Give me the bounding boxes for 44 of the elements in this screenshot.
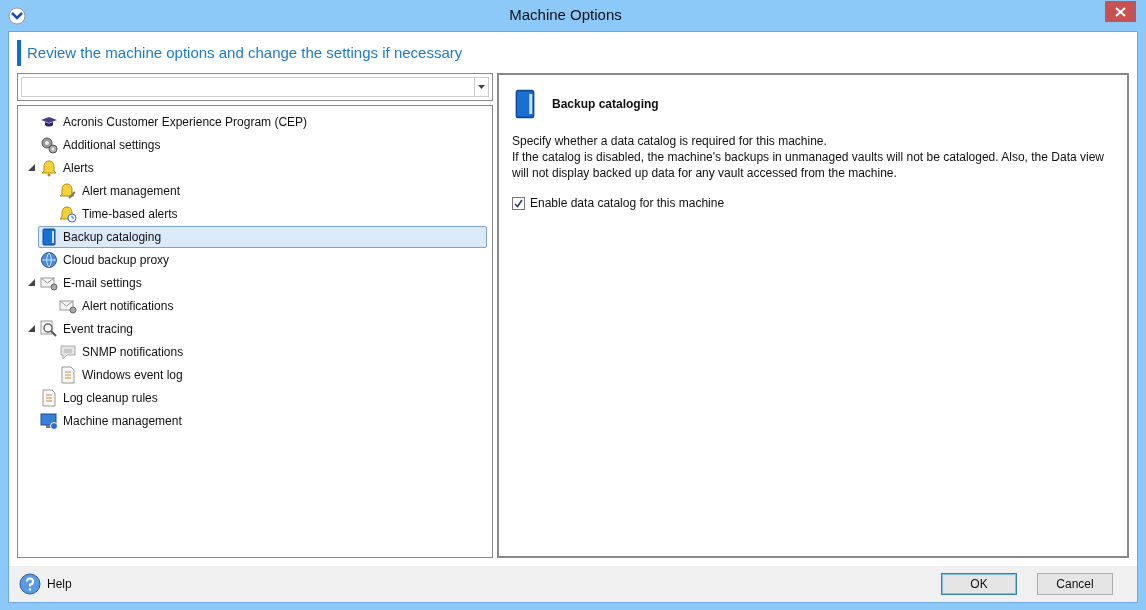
- close-button[interactable]: [1105, 1, 1136, 22]
- checkbox[interactable]: [512, 196, 525, 210]
- help-button[interactable]: Help: [19, 573, 72, 595]
- document-list-icon: [40, 388, 58, 407]
- document-list-icon: [59, 365, 77, 384]
- tree-item[interactable]: Alert notifications: [57, 294, 183, 317]
- tree-item[interactable]: SNMP notifications: [57, 340, 193, 363]
- tree-item[interactable]: Log cleanup rules: [38, 386, 167, 409]
- expanded-triangle-icon[interactable]: [27, 325, 35, 332]
- tree-item[interactable]: Alerts: [38, 156, 103, 179]
- tree-item[interactable]: Cloud backup proxy: [38, 248, 179, 271]
- tree-item[interactable]: Event tracing: [38, 317, 143, 340]
- checkbox-label: Enable data catalog for this machine: [530, 195, 725, 212]
- window-title: Machine Options: [508, 5, 623, 26]
- tree-item[interactable]: Additional settings: [38, 133, 170, 156]
- dropdown-caret-icon[interactable]: [478, 85, 485, 89]
- speech-bubble-icon: [59, 342, 77, 361]
- dialog-button[interactable]: Cancel: [1037, 573, 1113, 595]
- expanded-triangle-icon[interactable]: [27, 279, 35, 286]
- description-text: Specify whether a data catalog is required for this machine.: [512, 133, 828, 149]
- page-header: Review the machine options and change the settings if necessary: [27, 42, 463, 63]
- expanded-triangle-icon[interactable]: [27, 164, 35, 171]
- bell-icon: [40, 158, 58, 177]
- bell-clock-icon: [59, 204, 77, 223]
- tree-item[interactable]: Time-based alerts: [57, 202, 187, 225]
- bell-wrench-icon: [59, 181, 77, 200]
- detail-title: Backup cataloging: [552, 96, 659, 113]
- book-icon: [40, 227, 58, 246]
- dialog-button[interactable]: OK: [941, 573, 1017, 595]
- tree-item[interactable]: Alert management: [57, 179, 190, 202]
- checkmark-icon: [514, 198, 523, 208]
- tree-item[interactable]: Backup cataloging: [38, 225, 487, 248]
- tree-item[interactable]: Windows event log: [57, 363, 192, 386]
- gears-icon: [40, 135, 58, 154]
- description-text: If the catalog is disabled, the machine's backups in unmanaged vaults will not be cataloged. Also, the Data view will not display backed up data for any vault accessed from the machine.: [512, 149, 1105, 181]
- tree-item[interactable]: Acronis Customer Experience Program (CEP): [38, 110, 317, 133]
- help-icon: [19, 573, 41, 595]
- app-logo-icon: [8, 6, 26, 25]
- tree-item[interactable]: Machine management: [38, 409, 191, 432]
- magnifier-icon: [40, 319, 58, 338]
- close-icon: [1115, 6, 1126, 17]
- monitor-icon: [40, 411, 58, 430]
- tree-item[interactable]: E-mail settings: [38, 271, 151, 294]
- globe-icon: [40, 250, 58, 269]
